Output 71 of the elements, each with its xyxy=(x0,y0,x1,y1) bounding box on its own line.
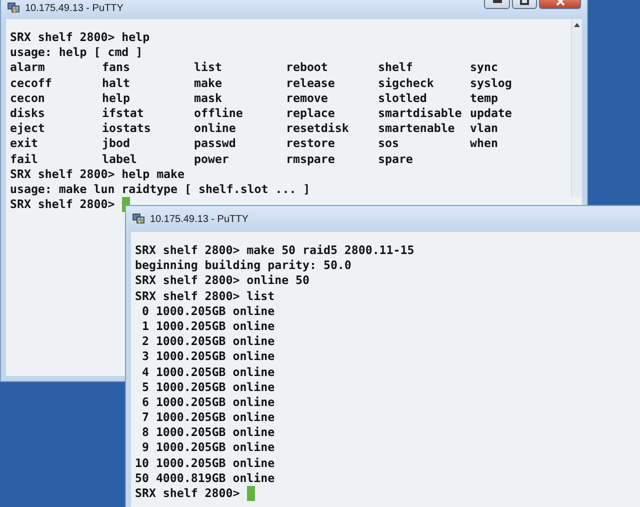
command-name: smartenable xyxy=(378,121,456,136)
command-name: ifstat xyxy=(102,106,145,122)
command-name: offline xyxy=(194,106,244,122)
command-name: cecon xyxy=(10,90,46,106)
command-name: temp xyxy=(470,90,499,106)
command-prompt: SRX shelf 2800> xyxy=(10,197,115,212)
command-name: passwd xyxy=(194,136,237,152)
terminal-line: 3 1000.205GB online xyxy=(140,349,275,365)
command-prompt: SRX shelf 2800> xyxy=(135,486,240,502)
terminal-line: 8 1000.205GB online xyxy=(140,425,275,440)
scroll-up-icon xyxy=(574,23,580,27)
terminal-line: usage: make lun raidtype [ shelf.slot ... ] xyxy=(10,182,310,198)
command-name: replace xyxy=(286,106,336,122)
command-name: when xyxy=(470,136,499,152)
command-name: reboot xyxy=(286,60,329,76)
command-name: mask xyxy=(194,90,223,106)
terminal-line: 4 1000.205GB online xyxy=(140,364,275,380)
terminal-line: 6 1000.205GB online xyxy=(140,394,275,410)
command-name: sigcheck xyxy=(378,76,435,91)
command-name: cecoff xyxy=(10,76,53,91)
minimize-icon xyxy=(492,0,502,2)
terminal-line: 50 4000.819GB online xyxy=(135,470,275,486)
command-name: make xyxy=(194,76,223,91)
terminal-line: 0 1000.205GB online xyxy=(140,304,275,319)
command-name: sync xyxy=(470,60,499,76)
window-title: 10.175.49.13 - PuTTY xyxy=(25,2,124,14)
command-name: sos xyxy=(378,136,400,152)
terminal-line: SRX shelf 2800> make 50 raid5 2800.11-15 xyxy=(135,243,414,258)
terminal-line: 10 1000.205GB online xyxy=(135,456,275,471)
command-name: syslog xyxy=(470,76,513,91)
command-name: update xyxy=(470,106,513,122)
command-name: restore xyxy=(286,136,336,152)
command-name: power xyxy=(194,152,230,167)
command-name: exit xyxy=(10,136,39,152)
command-name: fail xyxy=(10,152,39,167)
terminal-line: SRX shelf 2800> online 50 xyxy=(135,273,310,289)
command-name: spare xyxy=(378,152,414,167)
command-name: disks xyxy=(10,106,46,122)
command-name: fans xyxy=(102,60,131,76)
terminal-line: 2 1000.205GB online xyxy=(140,334,275,350)
window-title: 10.175.49.13 - PuTTY xyxy=(150,214,250,224)
command-name: iostats xyxy=(102,121,152,136)
terminal-line: 5 1000.205GB online xyxy=(140,380,275,395)
command-name: help xyxy=(102,90,131,106)
command-name: jbod xyxy=(102,136,131,152)
command-name: online xyxy=(194,121,237,136)
terminal-line: SRX shelf 2800> help xyxy=(10,30,150,46)
computer-icon xyxy=(7,2,21,14)
text-cursor xyxy=(246,486,255,502)
scrollbar[interactable] xyxy=(571,19,582,197)
command-name: release xyxy=(286,76,336,91)
command-name: shelf xyxy=(378,60,414,76)
terminal-line: 7 1000.205GB online xyxy=(140,410,275,426)
command-name: vlan xyxy=(470,121,499,136)
terminal-line: beginning building parity: 50.0 xyxy=(135,258,352,274)
terminal-line: 1 1000.205GB online xyxy=(140,318,275,334)
command-name: label xyxy=(102,152,138,167)
computer-icon xyxy=(132,213,146,225)
command-name: resetdisk xyxy=(286,121,350,136)
command-name: halt xyxy=(102,76,131,91)
command-name: alarm xyxy=(10,60,46,76)
command-name: rmspare xyxy=(286,152,336,167)
terminal-line: usage: help [ cmd ] xyxy=(10,45,143,60)
command-name: slotled xyxy=(378,90,428,106)
terminal-line: SRX shelf 2800> help make xyxy=(10,166,185,182)
command-name: eject xyxy=(10,121,46,136)
terminal-line: 9 1000.205GB online xyxy=(140,440,275,456)
command-name: remove xyxy=(286,90,329,106)
terminal-line: SRX shelf 2800> list xyxy=(135,288,275,304)
command-name: smartdisable xyxy=(378,106,463,122)
command-name: list xyxy=(194,60,223,76)
